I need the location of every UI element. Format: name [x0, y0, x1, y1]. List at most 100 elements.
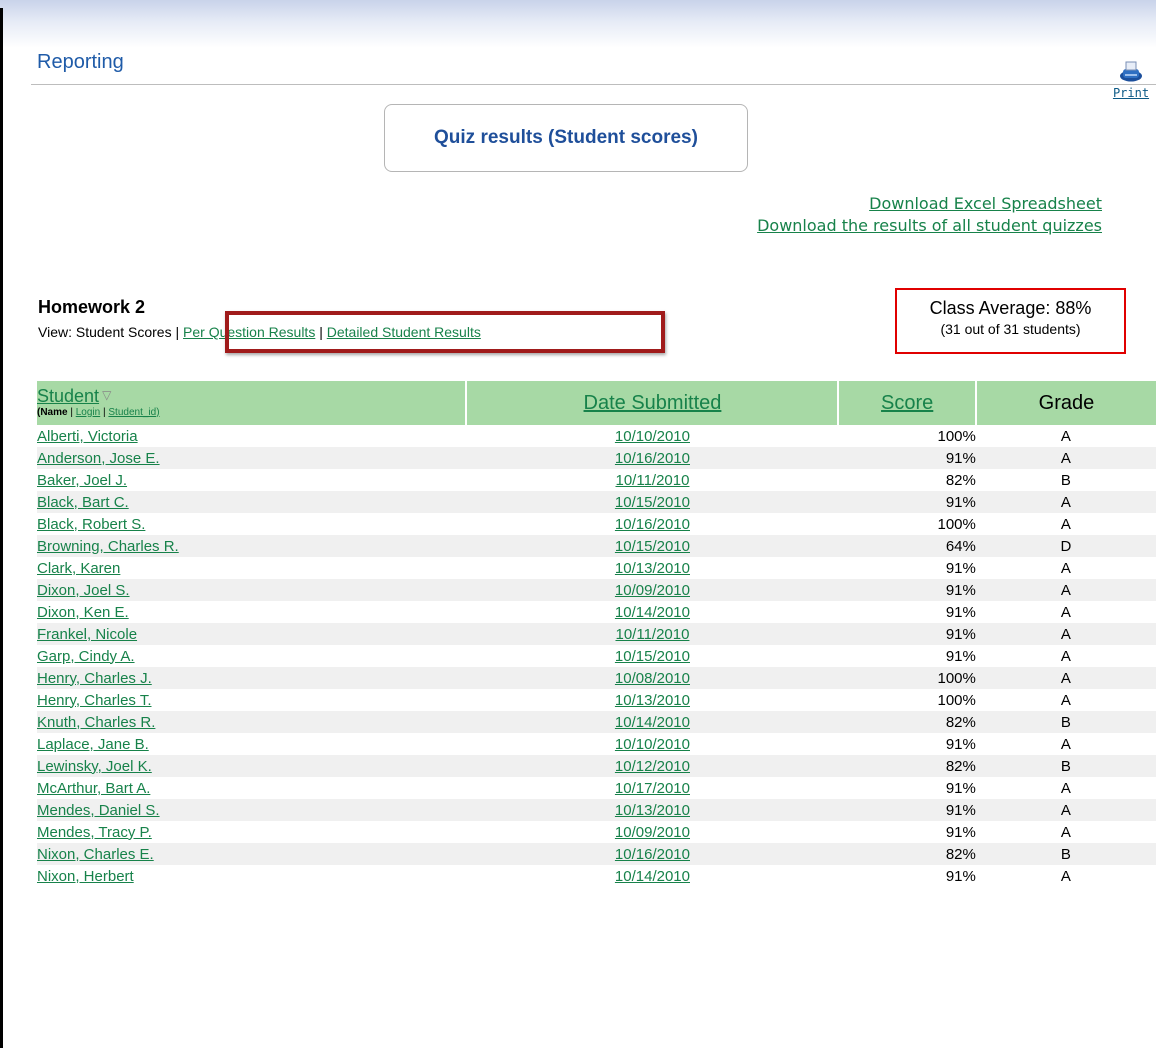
date-submitted-link[interactable]: 10/10/2010: [615, 428, 690, 445]
date-submitted-link[interactable]: 10/16/2010: [615, 450, 690, 467]
table-row: Alberti, Victoria 10/10/2010 100% A: [37, 425, 1156, 447]
student-cell: Laplace, Jane B.: [37, 733, 466, 755]
student-name-link[interactable]: Lewinsky, Joel K.: [37, 758, 152, 775]
grade-header-label: Grade: [1038, 391, 1095, 414]
score-cell: 91%: [945, 647, 976, 665]
download-excel-link[interactable]: Download Excel Spreadsheet: [752, 193, 1102, 215]
grade-cell: A: [1060, 515, 1071, 533]
student-name-link[interactable]: Garp, Cindy A.: [37, 648, 135, 665]
grade-cell: A: [975, 799, 1156, 821]
date-cell: 10/17/2010: [466, 777, 838, 799]
table-row: Nixon, Herbert 10/14/2010 91% A: [37, 865, 1156, 887]
date-submitted-link[interactable]: 10/16/2010: [615, 846, 690, 863]
student-name-link[interactable]: Nixon, Charles E.: [37, 846, 154, 863]
student-name-link[interactable]: Dixon, Joel S.: [37, 582, 130, 599]
date-cell: 10/10/2010: [466, 733, 838, 755]
date-sort-link[interactable]: Date Submitted: [584, 392, 722, 414]
student-name-link[interactable]: Baker, Joel J.: [37, 472, 127, 489]
date-submitted-link[interactable]: 10/15/2010: [615, 538, 690, 555]
date-submitted-link[interactable]: 10/08/2010: [615, 670, 690, 687]
table-row: Henry, Charles T. 10/13/2010 100% A: [37, 689, 1156, 711]
student-name-link[interactable]: Laplace, Jane B.: [37, 736, 149, 753]
student-name-link[interactable]: Black, Robert S.: [37, 516, 145, 533]
student-name-link[interactable]: Dixon, Ken E.: [37, 604, 129, 621]
table-row: Dixon, Ken E. 10/14/2010 91% A: [37, 601, 1156, 623]
table-header-row: Student ▽ (Name | Login | Student_id) Dat…: [37, 381, 1156, 425]
date-submitted-link[interactable]: 10/14/2010: [615, 604, 690, 621]
student-sort-options: (Name | Login | Student_id): [37, 407, 465, 419]
date-submitted-link[interactable]: 10/11/2010: [615, 626, 689, 643]
sort-by-login-link[interactable]: Login: [76, 407, 100, 418]
quiz-name: Homework 2: [38, 297, 146, 317]
score-cell: 100%: [838, 667, 976, 689]
student-name-link[interactable]: Frankel, Nicole: [37, 626, 137, 643]
sort-by-name: (Name: [37, 406, 68, 418]
student-name-link[interactable]: Knuth, Charles R.: [37, 714, 155, 731]
score-cell: 100%: [937, 427, 976, 445]
date-submitted-link[interactable]: 10/10/2010: [615, 736, 690, 753]
sort-by-student-id-link[interactable]: Student_id): [108, 407, 159, 418]
student-name-link[interactable]: Nixon, Herbert: [37, 868, 134, 885]
date-cell: 10/14/2010: [466, 711, 839, 733]
print-control[interactable]: Print: [1110, 58, 1152, 102]
date-submitted-link[interactable]: 10/12/2010: [615, 758, 690, 775]
grade-cell: D: [975, 535, 1156, 557]
grade-cell: A: [1060, 427, 1071, 445]
table-row: Knuth, Charles R. 10/14/2010 82% B: [37, 711, 1156, 733]
date-submitted-link[interactable]: 10/13/2010: [615, 560, 690, 577]
date-cell: 10/13/2010: [466, 799, 839, 821]
student-name-link[interactable]: Alberti, Victoria: [37, 428, 138, 445]
date-submitted-link[interactable]: 10/09/2010: [615, 824, 690, 841]
sort-separator: |: [70, 406, 73, 418]
date-submitted-link[interactable]: 10/15/2010: [615, 648, 690, 665]
date-submitted-link[interactable]: 10/13/2010: [615, 802, 690, 819]
score-cell: 100%: [937, 515, 976, 533]
score-cell: 91%: [945, 735, 976, 753]
date-cell: 10/12/2010: [466, 755, 839, 777]
date-submitted-link[interactable]: 10/14/2010: [615, 868, 690, 885]
grade-cell: A: [975, 667, 1156, 689]
date-submitted-link[interactable]: 10/13/2010: [615, 692, 690, 709]
student-name-link[interactable]: Browning, Charles R.: [37, 538, 179, 555]
class-average-box: Class Average: 88% (31 out of 31 student…: [895, 288, 1126, 354]
student-cell: Nixon, Charles E.: [37, 843, 467, 865]
view-separator: |: [175, 324, 180, 340]
student-name-link[interactable]: Anderson, Jose E.: [37, 450, 160, 467]
table-row: Laplace, Jane B. 10/10/2010 91% A: [37, 733, 1156, 755]
download-all-results-link[interactable]: Download the results of all student quiz…: [752, 215, 1102, 237]
student-cell: Henry, Charles J.: [37, 667, 467, 689]
print-link[interactable]: Print: [1113, 86, 1149, 100]
date-submitted-link[interactable]: 10/17/2010: [615, 780, 690, 797]
student-name-link[interactable]: Clark, Karen: [37, 560, 120, 577]
score-cell: 100%: [937, 691, 976, 709]
table-row: Garp, Cindy A. 10/15/2010 91% A: [37, 645, 1156, 667]
date-submitted-link[interactable]: 10/11/2010: [615, 472, 689, 489]
grade-cell: A: [975, 491, 1156, 513]
student-name-link[interactable]: Mendes, Tracy P.: [37, 824, 152, 841]
student-cell: Black, Bart C.: [37, 491, 467, 513]
table-row: Browning, Charles R. 10/15/2010 64% D: [37, 535, 1156, 557]
date-submitted-link[interactable]: 10/16/2010: [615, 516, 690, 533]
student-name-link[interactable]: Henry, Charles J.: [37, 670, 152, 687]
student-cell: Black, Robert S.: [37, 513, 466, 535]
grade-cell: A: [975, 579, 1156, 601]
date-submitted-link[interactable]: 10/09/2010: [615, 582, 690, 599]
score-cell: 91%: [838, 623, 976, 645]
student-cell: Knuth, Charles R.: [37, 711, 467, 733]
student-name-link[interactable]: Henry, Charles T.: [37, 692, 152, 709]
table-row: Anderson, Jose E. 10/16/2010 91% A: [37, 447, 1156, 469]
student-cell: Henry, Charles T.: [37, 689, 466, 711]
student-sort-link[interactable]: Student: [37, 386, 99, 406]
report-heading: Quiz results (Student scores): [434, 127, 698, 148]
grade-column-header: Grade: [975, 381, 1156, 425]
printer-icon[interactable]: [1118, 58, 1144, 84]
score-sort-link[interactable]: Score: [881, 392, 933, 414]
student-name-link[interactable]: Black, Bart C.: [37, 494, 129, 511]
score-cell: 82%: [838, 755, 976, 777]
date-submitted-link[interactable]: 10/14/2010: [615, 714, 690, 731]
score-cell: 91%: [838, 579, 976, 601]
student-name-link[interactable]: McArthur, Bart A.: [37, 780, 150, 797]
date-submitted-link[interactable]: 10/15/2010: [615, 494, 690, 511]
table-row: Mendes, Daniel S. 10/13/2010 91% A: [37, 799, 1156, 821]
student-name-link[interactable]: Mendes, Daniel S.: [37, 802, 160, 819]
